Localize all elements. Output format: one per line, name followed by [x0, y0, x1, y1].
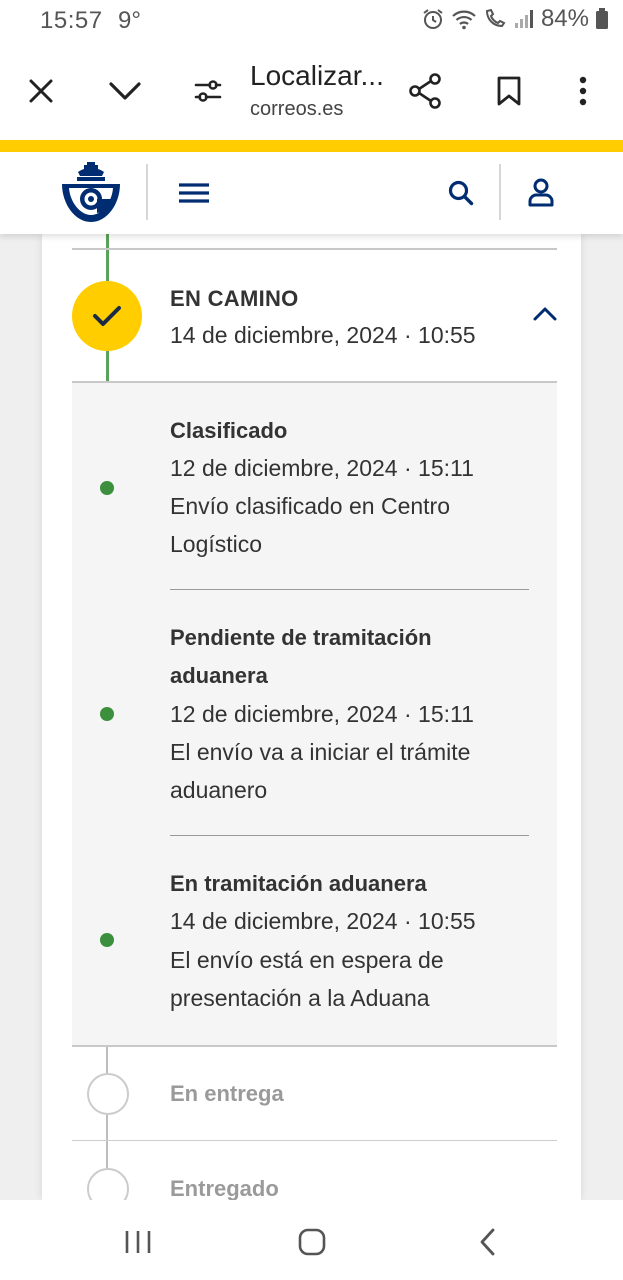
- page-settings-icon: [194, 80, 222, 102]
- recents-icon: [125, 1231, 151, 1253]
- status-icons: 84%: [421, 5, 609, 33]
- timeline-dot: [100, 481, 114, 495]
- home-button[interactable]: [290, 1220, 334, 1264]
- home-icon: [298, 1228, 326, 1256]
- share-button[interactable]: [400, 66, 450, 116]
- checkmark-icon: [93, 306, 121, 326]
- status-date: 14 de diciembre, 2024 · 10:55: [170, 322, 476, 348]
- event-title: En tramitación aduanera: [170, 871, 427, 896]
- divider: [72, 248, 557, 250]
- event-title: Clasificado: [170, 418, 288, 443]
- pending-circle: [87, 1168, 129, 1200]
- event-date: 12 de diciembre, 2024 · 15:11: [170, 701, 474, 727]
- close-tab-button[interactable]: [16, 66, 66, 116]
- timeline-dot: [100, 933, 114, 947]
- bookmark-icon: [497, 76, 521, 106]
- user-icon: [528, 178, 554, 207]
- correos-logo[interactable]: [56, 158, 126, 228]
- divider: [72, 1045, 557, 1047]
- divider: [170, 589, 529, 590]
- divider: [170, 835, 529, 836]
- chevron-down-icon: [109, 82, 141, 100]
- event-date: 14 de diciembre, 2024 · 10:55: [170, 908, 476, 934]
- chevron-up-icon[interactable]: [530, 304, 560, 324]
- pending-circle: [87, 1073, 129, 1115]
- alarm-icon: [423, 9, 443, 29]
- event-description: Envío clasificado en Centro Logístico: [170, 493, 450, 557]
- event-description: El envío va a iniciar el trámite aduaner…: [170, 739, 471, 803]
- wifi-icon: [452, 10, 476, 30]
- tracking-card: EN CAMINO 14 de diciembre, 2024 · 10:55 …: [42, 234, 581, 1200]
- close-icon: [29, 79, 53, 103]
- more-button[interactable]: [558, 66, 608, 116]
- timeline-dot: [100, 707, 114, 721]
- back-button[interactable]: [466, 1220, 510, 1264]
- page-settings-button[interactable]: [183, 66, 233, 116]
- pending-title: En entrega: [170, 1081, 284, 1106]
- browser-toolbar: Localizar... correos.es: [0, 42, 623, 140]
- event-date: 12 de diciembre, 2024 · 15:11: [170, 455, 474, 481]
- battery-percent: 84%: [540, 5, 589, 32]
- more-icon: [579, 76, 587, 106]
- status-badge: [72, 281, 142, 351]
- brand-band: [0, 140, 623, 152]
- system-nav-bar: [0, 1200, 623, 1280]
- search-icon: [448, 180, 474, 206]
- wifi-call-icon: [485, 8, 506, 28]
- menu-button[interactable]: [172, 174, 216, 212]
- status-title: EN CAMINO: [170, 286, 299, 311]
- bookmark-button[interactable]: [484, 66, 534, 116]
- status-time: 15:57: [40, 7, 103, 34]
- status-bar: 15:57 9° 84%: [0, 0, 623, 42]
- status-temperature: 9°: [118, 7, 141, 34]
- site-header: [0, 152, 623, 234]
- share-icon: [409, 73, 441, 109]
- battery-icon: [596, 8, 608, 29]
- page-domain: correos.es: [250, 98, 344, 120]
- header-divider: [499, 164, 501, 220]
- header-divider: [146, 164, 148, 220]
- page-title: Localizar...: [250, 60, 384, 91]
- minimize-button[interactable]: [100, 66, 150, 116]
- search-button[interactable]: [440, 172, 482, 214]
- pending-title: Entregado: [170, 1176, 279, 1200]
- user-button[interactable]: [520, 172, 562, 214]
- recents-button[interactable]: [116, 1220, 160, 1264]
- divider: [72, 1140, 557, 1141]
- event-description: El envío está en espera de presentación …: [170, 947, 444, 1011]
- menu-icon: [179, 183, 209, 203]
- back-icon: [480, 1228, 495, 1256]
- signal-icon: [514, 10, 533, 28]
- event-title: Pendiente de tramitación aduanera: [170, 625, 432, 688]
